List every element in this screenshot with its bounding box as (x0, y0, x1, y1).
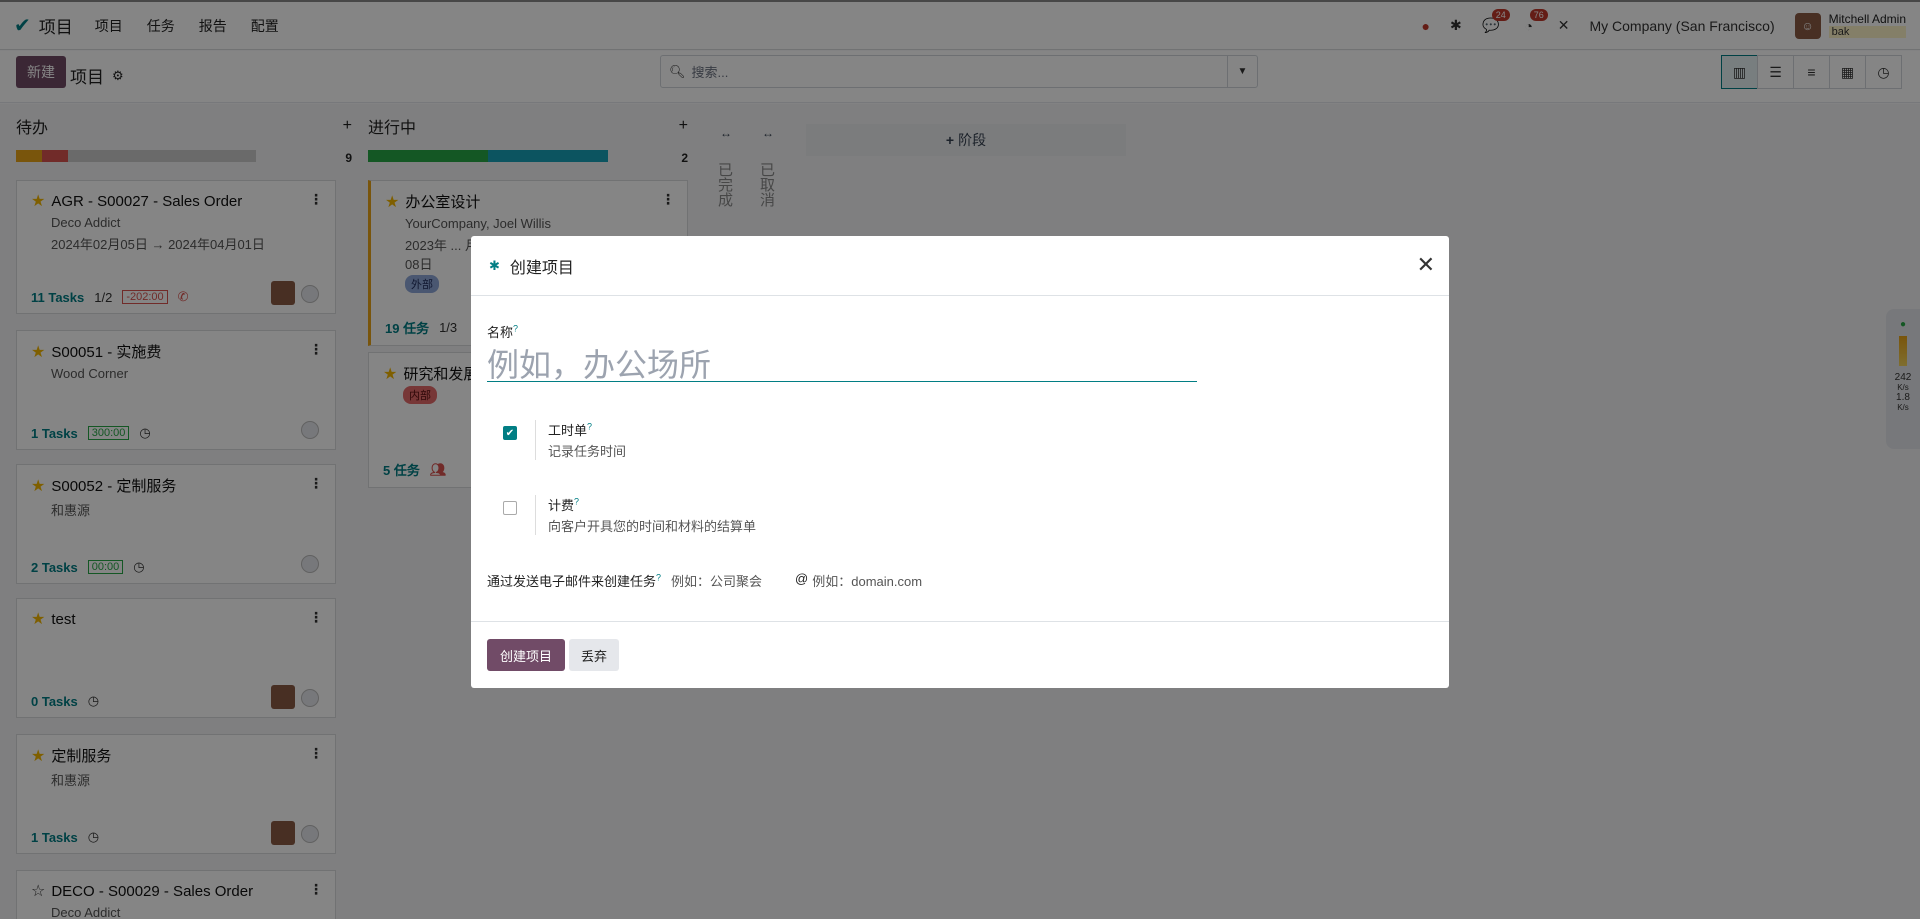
email-label: 通过发送电子邮件来创建任务? (487, 572, 662, 589)
bug-icon: ✱ (489, 257, 500, 273)
timesheet-description: 记录任务时间 (548, 444, 627, 459)
dialog-footer: 创建项目 丢弃 (471, 621, 1449, 688)
dialog-title: 创建项目 (509, 259, 574, 277)
at-sign-icon: @ (795, 571, 809, 586)
project-name-input[interactable]: 例如，办公场所 (487, 338, 1197, 383)
timesheet-label: 工时单? (548, 421, 593, 438)
help-icon[interactable]: ? (656, 573, 661, 583)
create-project-dialog: ✱ 创建项目 ✕ 名称? 例如，办公场所 ✔ 工时单? 记录任务时间 计费? 向… (471, 236, 1449, 688)
discard-button[interactable]: 丢弃 (569, 639, 619, 671)
billing-label: 计费? (548, 496, 580, 513)
close-icon[interactable]: ✕ (1417, 252, 1435, 278)
email-alias-row: 通过发送电子邮件来创建任务? 例如：公司聚会 @ 例如：domain.com (487, 571, 922, 590)
help-icon[interactable]: ? (513, 324, 518, 334)
domain-input[interactable]: 例如：domain.com (812, 571, 922, 590)
billing-option: 计费? 向客户开具您的时间和材料的结算单 (503, 495, 756, 535)
create-project-button[interactable]: 创建项目 (487, 639, 565, 671)
alias-input[interactable]: 例如：公司聚会 (671, 571, 785, 590)
billing-checkbox[interactable] (503, 501, 517, 515)
help-icon[interactable]: ? (587, 422, 592, 432)
billing-description: 向客户开具您的时间和材料的结算单 (548, 519, 757, 534)
help-icon[interactable]: ? (574, 497, 579, 507)
timesheet-checkbox[interactable]: ✔ (503, 426, 517, 440)
timesheet-option: ✔ 工时单? 记录任务时间 (503, 420, 626, 460)
